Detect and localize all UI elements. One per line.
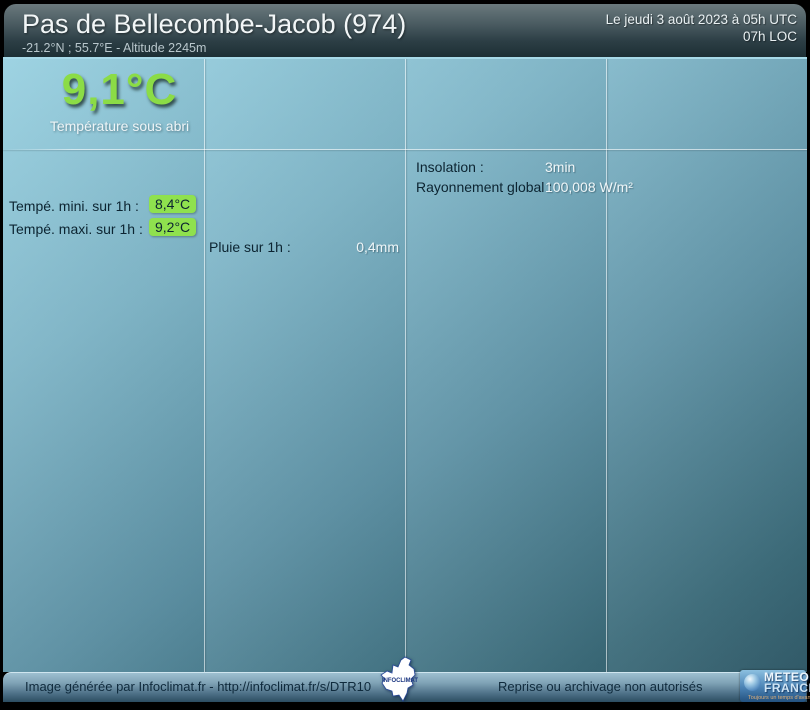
meteo-france-line2: FRANCE (764, 681, 810, 695)
data-grid: 9,1°C Température sous abri Tempé. mini.… (3, 59, 807, 672)
radiation-value: 100,008 W/m² (545, 179, 633, 195)
meteo-france-name: METEO FRANCE (764, 671, 810, 695)
temp-max-value: 9,2°C (149, 218, 197, 236)
grid-vline-1 (204, 59, 205, 672)
datetime-local: 07h LOC (742, 29, 797, 44)
grid-column-4 (606, 59, 807, 672)
infoclimat-logo-text: INFOCLIMAT (382, 677, 418, 684)
copyright-notice: Reprise ou archivage non autorisés (498, 679, 703, 694)
grid-column-3 (405, 59, 606, 672)
station-title: Pas de Bellecombe-Jacob (974) (22, 9, 407, 39)
current-temperature-block: 9,1°C Température sous abri (17, 65, 222, 134)
rain-1h-value: 0,4mm (356, 239, 399, 255)
weather-station-image: Pas de Bellecombe-Jacob (974) -21.2°N ; … (0, 0, 810, 710)
datetime-utc: Le jeudi 3 août 2023 à 05h UTC (605, 12, 797, 27)
rain-1h-label: Pluie sur 1h : (209, 239, 291, 255)
temp-min-value: 8,4°C (149, 195, 197, 213)
insolation-value: 3min (545, 159, 576, 175)
meteo-france-logo: METEO FRANCE Toujours un temps d'avance (740, 670, 810, 702)
datetime-block: Le jeudi 3 août 2023 à 05h UTC 07h LOC (606, 11, 797, 45)
grid-vline-3 (606, 59, 607, 672)
infoclimat-logo: INFOCLIMAT (378, 655, 424, 703)
globe-icon (744, 674, 761, 691)
grid-column-2 (204, 59, 405, 672)
header-bar: Pas de Bellecombe-Jacob (974) -21.2°N ; … (4, 4, 806, 57)
temp-min-label: Tempé. mini. sur 1h : (9, 198, 139, 214)
insolation-label: Insolation : (416, 159, 484, 175)
france-map-icon: INFOCLIMAT (380, 656, 418, 702)
grid-column-1 (3, 59, 204, 672)
current-temperature-label: Température sous abri (49, 118, 190, 134)
grid-vline-2 (405, 59, 406, 672)
station-coordinates: -21.2°N ; 55.7°E - Altitude 2245m (22, 41, 207, 55)
credit-text: Image générée par Infoclimat.fr - http:/… (25, 679, 372, 694)
radiation-label: Rayonnement global : (416, 179, 553, 195)
current-temperature-value: 9,1°C (61, 65, 178, 114)
meteo-france-slogan: Toujours un temps d'avance (748, 695, 810, 701)
temp-max-label: Tempé. maxi. sur 1h : (9, 221, 143, 237)
grid-hline-1 (3, 149, 807, 150)
